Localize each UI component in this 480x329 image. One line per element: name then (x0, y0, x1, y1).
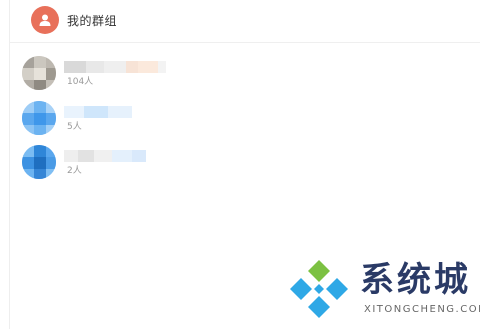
group-name-blurred (64, 58, 166, 73)
group-avatar (22, 56, 56, 90)
page-title: 我的群组 (67, 14, 118, 28)
group-list-item[interactable]: 5人 (22, 101, 222, 141)
member-count: 5人 (67, 122, 82, 132)
header-bar: 我的群组 (10, 0, 480, 43)
left-divider (9, 0, 10, 329)
group-avatar (22, 145, 56, 179)
group-avatar (22, 101, 56, 135)
member-count: 104人 (67, 77, 94, 87)
watermark-url: XITONGCHENG.COM (364, 304, 480, 315)
group-list-item[interactable]: 2人 (22, 145, 222, 185)
watermark-logo: 系统城 XITONGCHENG.COM (288, 258, 480, 322)
group-name-blurred (64, 103, 132, 118)
member-count: 2人 (67, 166, 82, 176)
diamond-logo-icon (290, 260, 348, 318)
watermark-text: 系统城 (360, 260, 471, 300)
group-list-item[interactable]: 104人 (22, 56, 222, 96)
my-groups-page: 我的群组 104人 5人 2人 系统城 XITONGCHENG.COM (0, 0, 480, 329)
group-user-icon (31, 6, 59, 34)
group-name-blurred (64, 147, 146, 162)
